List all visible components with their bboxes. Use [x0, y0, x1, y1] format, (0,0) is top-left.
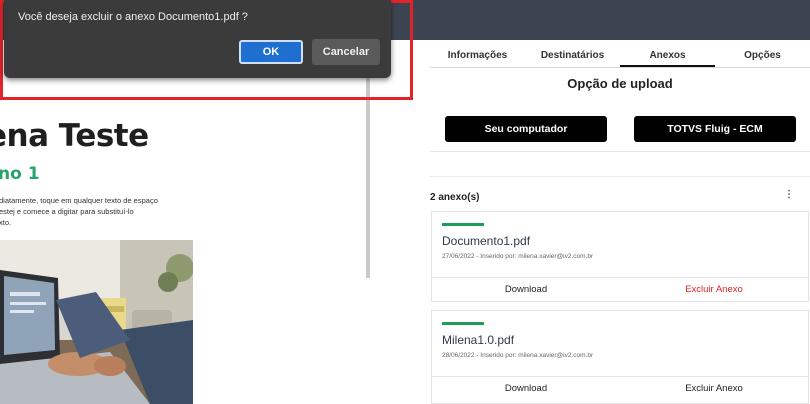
download-button[interactable]: Download: [432, 377, 620, 402]
attachment-actions: Download Excluir Anexo: [432, 376, 808, 402]
document-body-line: diatamente, toque em qualquer texto de e…: [0, 196, 158, 205]
document-body-text: diatamente, toque em qualquer texto de e…: [0, 195, 189, 228]
document-title: ena Teste: [0, 118, 149, 154]
attachments-count: 2 anexo(s): [430, 192, 480, 203]
attachment-meta: 27/06/2022 - Inserido por: milena.xavier…: [442, 253, 594, 260]
attachment-card: Milena1.0.pdf 28/06/2022 - Inserido por:…: [431, 310, 809, 404]
attachment-meta: 28/06/2022 - Inserido por: milena.xavier…: [442, 352, 594, 359]
upload-options: Seu computador TOTVS Fluig - ECM: [430, 104, 810, 152]
document-body-line: xto.: [0, 218, 12, 227]
document-subtitle: no 1: [0, 164, 40, 184]
upload-computer-button[interactable]: Seu computador: [445, 116, 607, 142]
document-body-line: estej e comece a digitar para substituí-…: [0, 207, 134, 216]
tab-anexos[interactable]: Anexos: [620, 46, 715, 67]
attachment-name: Documento1.pdf: [442, 234, 531, 248]
attachment-actions: Download Excluir Anexo: [432, 277, 808, 303]
download-button[interactable]: Download: [432, 278, 620, 303]
attachments-panel: Informações Destinatários Anexos Opções …: [415, 0, 810, 404]
cancel-button[interactable]: Cancelar: [312, 39, 380, 65]
card-accent-bar: [442, 223, 484, 226]
card-accent-bar: [442, 322, 484, 325]
ok-button[interactable]: OK: [239, 40, 303, 64]
upload-fluig-ecm-button[interactable]: TOTVS Fluig - ECM: [634, 116, 796, 142]
document-photo: [0, 240, 193, 404]
tab-opcoes[interactable]: Opções: [715, 46, 810, 67]
upload-option-title: Opção de upload: [567, 76, 673, 91]
attachment-card: Documento1.pdf 27/06/2022 - Inserido por…: [431, 211, 809, 302]
panel-header-bar: [415, 0, 810, 40]
dialog-message: Você deseja excluir o anexo Documento1.p…: [18, 11, 248, 23]
tab-bar: Informações Destinatários Anexos Opções: [430, 46, 810, 68]
tab-destinatarios[interactable]: Destinatários: [525, 46, 620, 67]
confirm-delete-dialog: Você deseja excluir o anexo Documento1.p…: [4, 0, 391, 78]
more-options-icon[interactable]: ⋮: [784, 189, 794, 200]
tab-informacoes[interactable]: Informações: [430, 46, 525, 67]
delete-attachment-button[interactable]: Excluir Anexo: [620, 377, 808, 402]
attachments-count-row: 2 anexo(s) ⋮: [430, 176, 810, 206]
attachment-name: Milena1.0.pdf: [442, 333, 515, 347]
delete-attachment-button[interactable]: Excluir Anexo: [620, 278, 808, 303]
